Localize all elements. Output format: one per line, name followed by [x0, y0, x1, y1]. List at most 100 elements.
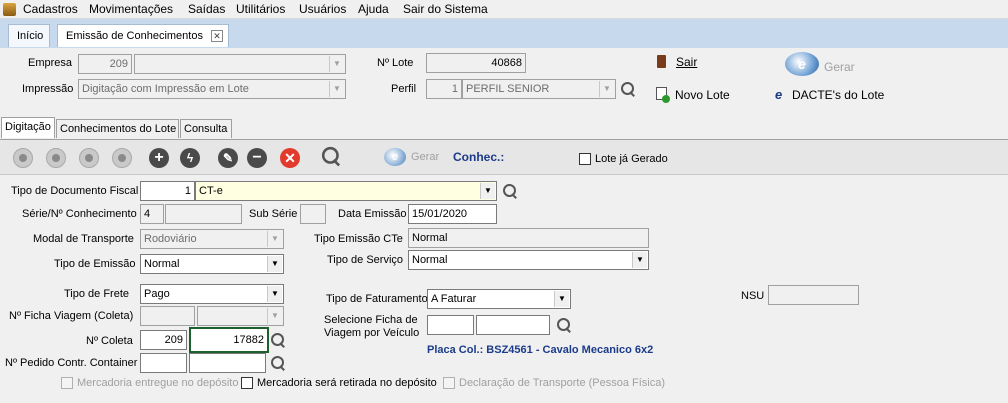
- sub-serie-field[interactable]: [300, 204, 326, 224]
- chevron-down-icon: ▼: [267, 308, 282, 324]
- cancel-icon[interactable]: ✕: [280, 148, 300, 168]
- search-pedido-icon[interactable]: [271, 356, 285, 370]
- declaracao-transporte-checkbox[interactable]: [443, 377, 455, 389]
- tipo-servico-select[interactable]: Normal ▼: [408, 250, 649, 270]
- conhec-label: Conhec.:: [453, 150, 505, 164]
- perfil-select[interactable]: PERFIL SENIOR ▼: [462, 79, 616, 99]
- serie-label: Série/Nº Conhecimento: [22, 208, 137, 220]
- modal-label: Modal de Transporte: [33, 233, 134, 245]
- add-icon[interactable]: +: [149, 148, 169, 168]
- next-record-icon[interactable]: [79, 148, 99, 168]
- mercadoria-deposito-checkbox[interactable]: [61, 377, 73, 389]
- sel-ficha-field[interactable]: [476, 315, 550, 335]
- menu-movimentacoes[interactable]: Movimentações: [89, 2, 173, 16]
- modal-select[interactable]: Rodoviário ▼: [140, 229, 284, 249]
- impressao-select[interactable]: Digitação com Impressão em Lote ▼: [78, 79, 346, 99]
- empresa-name-select[interactable]: ▼: [134, 54, 346, 74]
- menu-cadastros[interactable]: Cadastros: [23, 2, 78, 16]
- gerar-toolbar-icon: e: [384, 148, 406, 166]
- search-ficha-icon[interactable]: [557, 318, 571, 332]
- search-coleta-icon[interactable]: [271, 333, 285, 347]
- chevron-down-icon: ▼: [554, 291, 569, 307]
- edit-pencil-icon[interactable]: ✎: [218, 148, 238, 168]
- menu-ajuda[interactable]: Ajuda: [358, 2, 389, 16]
- chevron-down-icon: ▼: [329, 81, 344, 97]
- tipo-doc-label: Tipo de Documento Fiscal: [11, 185, 139, 197]
- nsu-field[interactable]: [768, 285, 859, 305]
- novo-lote-icon: [656, 87, 670, 103]
- lote-gerado-label: Lote já Gerado: [595, 153, 668, 165]
- tab-emissao-conhecimentos[interactable]: Emissão de Conhecimentos ✕: [57, 24, 229, 47]
- coleta-code-field[interactable]: 209: [140, 330, 187, 350]
- sel-ficha-label-2: Viagem por Veículo: [324, 327, 420, 339]
- menu-saidas[interactable]: Saídas: [188, 2, 225, 16]
- menu-bar: Cadastros Movimentações Saídas Utilitári…: [0, 0, 1008, 19]
- coleta-label: Nº Coleta: [86, 335, 133, 347]
- subtab-consulta[interactable]: Consulta: [180, 119, 232, 138]
- ficha-select[interactable]: ▼: [197, 306, 284, 326]
- numero-conhecimento-field[interactable]: [165, 204, 242, 224]
- gerar-toolbar-button[interactable]: Gerar: [411, 151, 439, 163]
- modal-value: Rodoviário: [144, 233, 197, 245]
- tipo-faturamento-value: A Faturar: [431, 293, 477, 305]
- last-record-icon[interactable]: [112, 148, 132, 168]
- previous-record-icon[interactable]: [46, 148, 66, 168]
- mercadoria-retirada-checkbox[interactable]: [241, 377, 253, 389]
- chevron-down-icon: ▼: [329, 56, 344, 72]
- tipo-emissao-value: Normal: [144, 258, 180, 270]
- lote-gerado-checkbox[interactable]: [579, 153, 591, 165]
- pedido-field[interactable]: [189, 353, 266, 373]
- impressao-label: Impressão: [22, 83, 74, 95]
- tipo-doc-code-field[interactable]: 1: [140, 181, 195, 201]
- tipo-emissao-cte-field[interactable]: Normal: [408, 228, 649, 248]
- app-icon: [3, 3, 16, 16]
- menu-utilitarios[interactable]: Utilitários: [236, 2, 285, 16]
- exit-door-icon[interactable]: [657, 55, 666, 68]
- menu-usuarios[interactable]: Usuários: [299, 2, 346, 16]
- search-tipo-doc-icon[interactable]: [503, 184, 517, 198]
- menu-sair-sistema[interactable]: Sair do Sistema: [403, 2, 488, 16]
- tipo-faturamento-select[interactable]: A Faturar ▼: [427, 289, 571, 309]
- subtab-conhecimentos-lote[interactable]: Conhecimentos do Lote: [56, 119, 179, 138]
- declaracao-transporte-label: Declaração de Transporte (Pessoa Física): [459, 377, 666, 389]
- lote-label: Nº Lote: [377, 57, 414, 69]
- dacte-lote-button[interactable]: DACTE's do Lote: [792, 88, 884, 102]
- subtab-digitacao[interactable]: Digitação: [1, 117, 55, 138]
- tab-emissao-label: Emissão de Conhecimentos: [66, 30, 203, 42]
- document-tab-strip: Início Emissão de Conhecimentos ✕: [0, 19, 1008, 48]
- sair-button[interactable]: Sair: [676, 55, 697, 69]
- nsu-label: NSU: [741, 290, 765, 302]
- coleta-field[interactable]: 17882: [189, 327, 269, 353]
- placa-label: Placa Col.: BSZ4561 - Cavalo Mecanico 6x…: [427, 344, 654, 356]
- mercadoria-deposito-label: Mercadoria entregue no depósito: [77, 377, 239, 389]
- gerar-header-button[interactable]: Gerar: [824, 60, 855, 74]
- tipo-doc-value: CT-e: [199, 185, 223, 197]
- chevron-down-icon: ▼: [599, 81, 614, 97]
- serie-field[interactable]: 4: [140, 204, 164, 224]
- tipo-servico-value: Normal: [412, 254, 448, 266]
- perfil-code-field[interactable]: 1: [426, 79, 462, 99]
- tipo-emissao-label: Tipo de Emissão: [54, 258, 136, 270]
- remove-icon[interactable]: −: [247, 148, 267, 168]
- sel-ficha-label-1: Selecione Ficha de: [324, 314, 418, 326]
- tipo-emissao-select[interactable]: Normal ▼: [140, 254, 284, 274]
- chevron-down-icon: ▼: [480, 183, 495, 199]
- search-perfil-icon[interactable]: [621, 82, 635, 96]
- dacte-icon: e: [775, 87, 783, 102]
- sel-ficha-code-field[interactable]: [427, 315, 474, 335]
- close-tab-icon[interactable]: ✕: [211, 30, 223, 42]
- mdfe-logo-icon: e: [785, 52, 819, 76]
- lote-field[interactable]: 40868: [426, 53, 526, 73]
- tipo-frete-select[interactable]: Pago ▼: [140, 284, 284, 304]
- lightning-icon[interactable]: ϟ: [180, 148, 200, 168]
- tipo-faturamento-label: Tipo de Faturamento: [326, 293, 428, 305]
- tipo-doc-select[interactable]: CT-e ▼: [195, 181, 497, 201]
- novo-lote-button[interactable]: Novo Lote: [675, 88, 730, 102]
- search-icon[interactable]: [321, 146, 340, 165]
- pedido-code-field[interactable]: [140, 353, 187, 373]
- first-record-icon[interactable]: [13, 148, 33, 168]
- ficha-code-field[interactable]: [140, 306, 195, 326]
- data-emissao-field[interactable]: 15/01/2020: [408, 204, 497, 224]
- empresa-code-field[interactable]: 209: [78, 54, 132, 74]
- tab-inicio[interactable]: Início: [8, 24, 50, 47]
